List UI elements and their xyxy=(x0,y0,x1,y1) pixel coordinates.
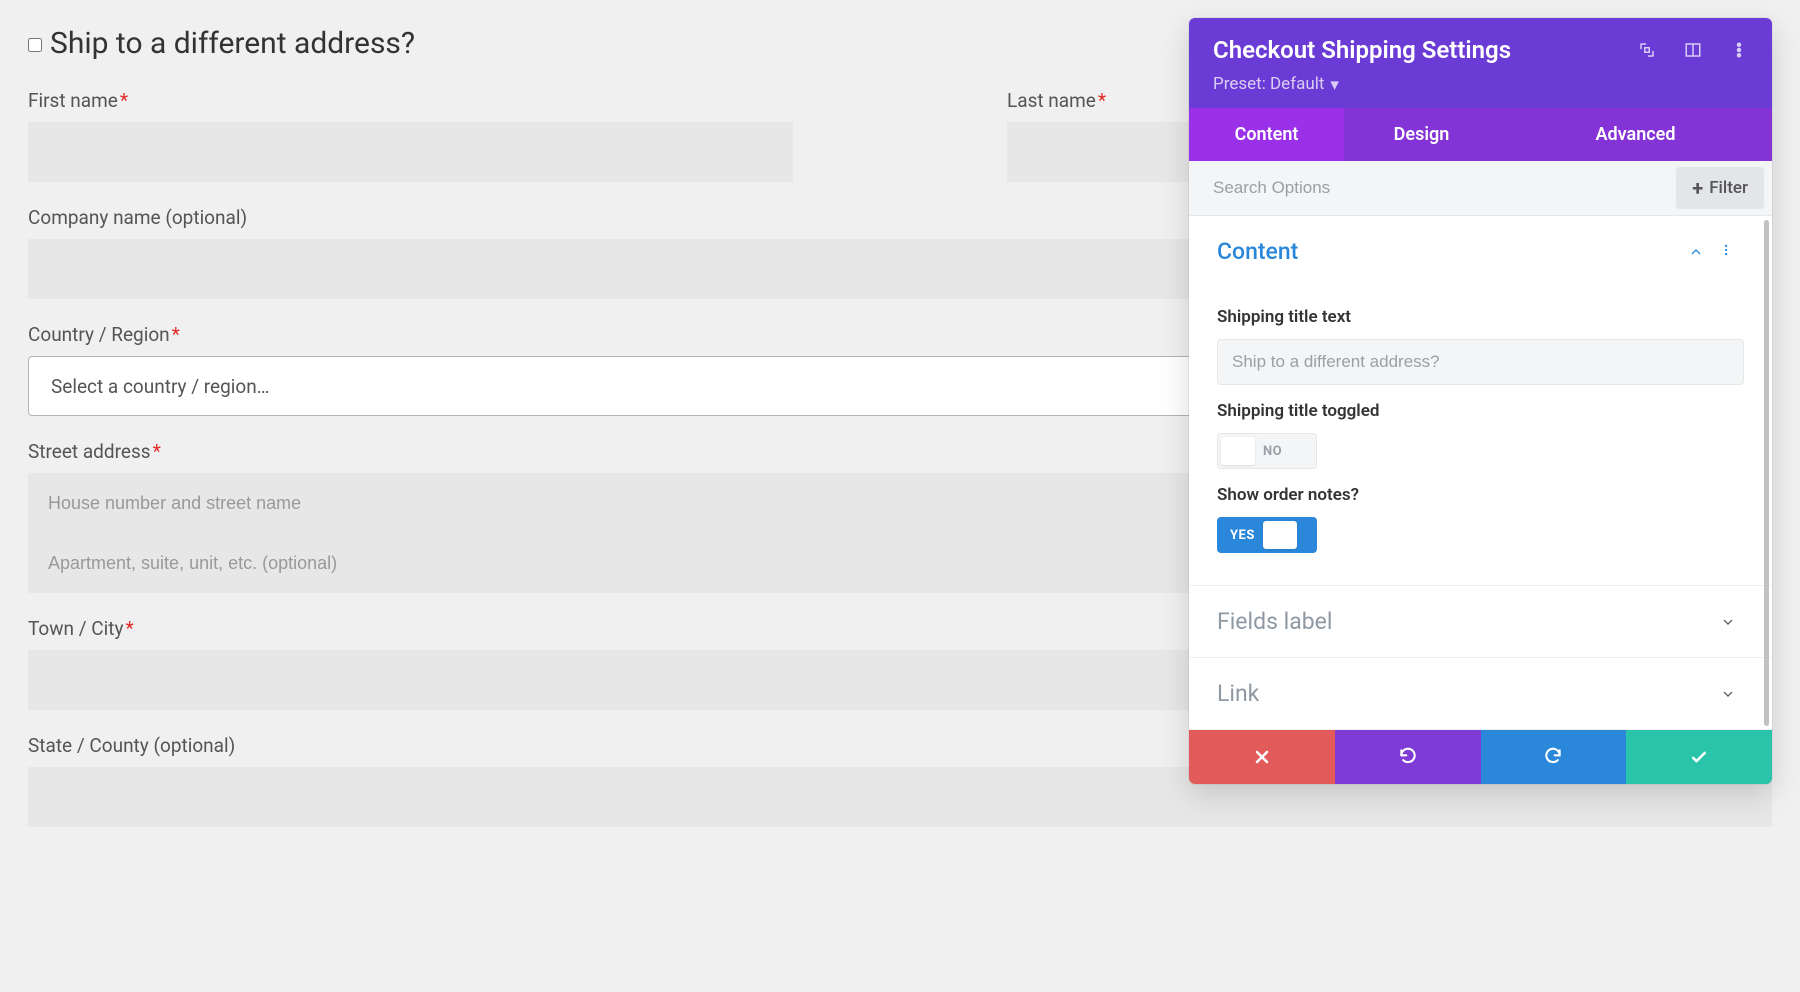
preset-selector[interactable]: Preset: Default ▾ xyxy=(1213,74,1748,94)
section-fields-label-header[interactable]: Fields label xyxy=(1189,586,1772,657)
confirm-button[interactable] xyxy=(1626,730,1772,784)
settings-panel: Checkout Shipping Settings Preset: Defau… xyxy=(1189,18,1772,784)
columns-icon[interactable] xyxy=(1684,41,1702,59)
section-link-title: Link xyxy=(1217,680,1720,707)
panel-tabs: Content Design Advanced xyxy=(1189,108,1772,161)
chevron-up-icon xyxy=(1688,244,1704,260)
section-content-body: Shipping title text Shipping title toggl… xyxy=(1189,287,1772,585)
shipping-title-text-input[interactable] xyxy=(1217,339,1744,385)
tab-design[interactable]: Design xyxy=(1344,108,1499,161)
caret-down-icon: ▾ xyxy=(1330,75,1339,95)
section-fields-label-title: Fields label xyxy=(1217,608,1720,635)
expand-icon[interactable] xyxy=(1638,41,1656,59)
panel-footer xyxy=(1189,730,1772,784)
undo-button[interactable] xyxy=(1335,730,1481,784)
chevron-down-icon xyxy=(1720,614,1736,630)
section-link-header[interactable]: Link xyxy=(1189,658,1772,729)
shipping-title-toggled-label: Shipping title toggled xyxy=(1217,401,1744,421)
ship-different-address-label: Ship to a different address? xyxy=(50,26,415,61)
ship-different-address-checkbox[interactable] xyxy=(28,38,42,52)
filter-button[interactable]: + Filter xyxy=(1676,167,1764,209)
cancel-button[interactable] xyxy=(1189,730,1335,784)
section-content-header[interactable]: Content xyxy=(1189,216,1772,287)
tab-content[interactable]: Content xyxy=(1189,108,1344,161)
chevron-down-icon xyxy=(1720,686,1736,702)
tab-advanced[interactable]: Advanced xyxy=(1499,108,1772,161)
redo-button[interactable] xyxy=(1481,730,1627,784)
shipping-title-toggled-toggle[interactable]: NO xyxy=(1217,433,1317,469)
first-name-label: First name* xyxy=(28,89,793,112)
panel-title: Checkout Shipping Settings xyxy=(1213,36,1638,64)
search-input[interactable] xyxy=(1189,164,1676,212)
section-kebab-icon[interactable] xyxy=(1722,241,1736,263)
section-content-title: Content xyxy=(1217,238,1688,265)
panel-header: Checkout Shipping Settings Preset: Defau… xyxy=(1189,18,1772,108)
shipping-title-text-label: Shipping title text xyxy=(1217,307,1744,327)
plus-icon: + xyxy=(1692,178,1703,198)
first-name-field[interactable] xyxy=(28,122,793,182)
show-order-notes-toggle[interactable]: YES xyxy=(1217,517,1317,553)
show-order-notes-label: Show order notes? xyxy=(1217,485,1744,505)
kebab-icon[interactable] xyxy=(1730,41,1748,59)
options-search-row: + Filter xyxy=(1189,161,1772,216)
